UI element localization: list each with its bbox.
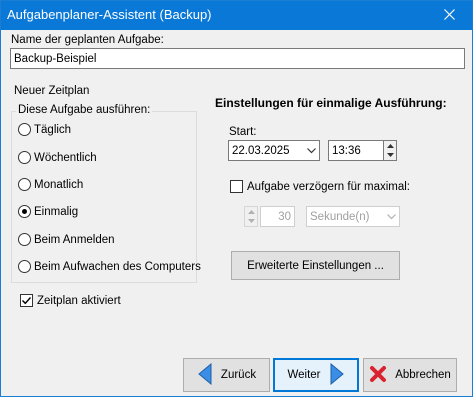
advanced-settings-label: Erweiterte Einstellungen ... [247, 259, 384, 272]
checkbox-box [230, 180, 243, 193]
schedule-group-label: Diese Aufgabe ausführen: [16, 104, 153, 116]
advanced-settings-button[interactable]: Erweiterte Einstellungen ... [231, 251, 400, 280]
radio-circle [18, 123, 31, 136]
once-settings-header: Einstellungen für einmalige Ausführung: [215, 96, 447, 110]
spin-up-icon[interactable] [384, 141, 396, 151]
schedule-enabled-label: Zeitplan aktiviert [37, 294, 121, 307]
start-time-value: 13:36 [332, 144, 361, 157]
radio-circle [18, 178, 31, 191]
schedule-group [11, 111, 197, 283]
spin-up-icon[interactable] [245, 207, 257, 217]
task-name-value: Backup-Beispiel [14, 52, 97, 65]
radio-label: Monatlich [34, 178, 84, 191]
title-bar: Aufgabenplaner-Assistent (Backup) [1, 1, 472, 30]
arrow-right-icon [329, 362, 345, 388]
radio-circle [18, 151, 31, 164]
back-label: Zurück [220, 369, 257, 381]
radio-at-logon[interactable]: Beim Anmelden [18, 233, 115, 246]
window-title: Aufgabenplaner-Assistent (Backup) [7, 7, 212, 22]
next-button[interactable]: Weiter [273, 358, 359, 392]
delay-unit-value: Sekunde(n) [310, 210, 370, 223]
chevron-down-icon [383, 213, 399, 220]
radio-weekly[interactable]: Wöchentlich [18, 151, 97, 164]
start-label: Start: [229, 126, 257, 138]
radio-label: Wöchentlich [34, 151, 97, 164]
delay-value-input[interactable]: 30 [260, 206, 295, 227]
radio-circle [18, 260, 31, 273]
checkbox-box [20, 294, 33, 307]
delay-value: 30 [278, 210, 291, 223]
arrow-left-icon [197, 362, 213, 388]
cancel-x-icon [369, 365, 387, 386]
task-name-input[interactable]: Backup-Beispiel [10, 48, 465, 69]
close-button[interactable] [426, 1, 472, 30]
start-time-input[interactable]: 13:36 [328, 140, 384, 161]
next-label: Weiter [287, 369, 321, 381]
start-date-picker[interactable]: 22.03.2025 [228, 140, 320, 161]
radio-monthly[interactable]: Monatlich [18, 178, 83, 191]
delay-checkbox[interactable]: Aufgabe verzögern für maximal: [230, 180, 410, 193]
radio-circle-selected [18, 205, 31, 218]
radio-daily[interactable]: Täglich [18, 123, 71, 136]
close-icon [443, 7, 455, 24]
schedule-enabled-checkbox[interactable]: Zeitplan aktiviert [20, 294, 121, 307]
radio-circle [18, 233, 31, 246]
delay-label: Aufgabe verzögern für maximal: [247, 180, 410, 193]
radio-label: Beim Anmelden [34, 233, 115, 246]
start-date-value: 22.03.2025 [232, 144, 290, 157]
delay-unit-select[interactable]: Sekunde(n) [306, 206, 400, 227]
task-name-label: Name der geplanten Aufgabe: [11, 34, 164, 46]
start-time-spinner[interactable] [383, 140, 397, 161]
wizard-window: Aufgabenplaner-Assistent (Backup) Name d… [0, 0, 473, 397]
radio-on-wake[interactable]: Beim Aufwachen des Computers [18, 260, 201, 273]
back-button[interactable]: Zurück [183, 358, 270, 392]
cancel-label: Abbrechen [395, 369, 451, 381]
cancel-button[interactable]: Abbrechen [363, 358, 457, 392]
radio-label: Beim Aufwachen des Computers [34, 260, 201, 273]
spin-down-icon[interactable] [245, 217, 257, 227]
checkmark-icon [22, 297, 32, 305]
schedule-header: Neuer Zeitplan [14, 85, 90, 97]
radio-once[interactable]: Einmalig [18, 205, 78, 218]
chevron-down-icon [303, 147, 319, 154]
radio-label: Einmalig [34, 205, 79, 218]
radio-label: Täglich [34, 123, 72, 136]
delay-spinner[interactable] [244, 206, 258, 227]
spin-down-icon[interactable] [384, 151, 396, 161]
